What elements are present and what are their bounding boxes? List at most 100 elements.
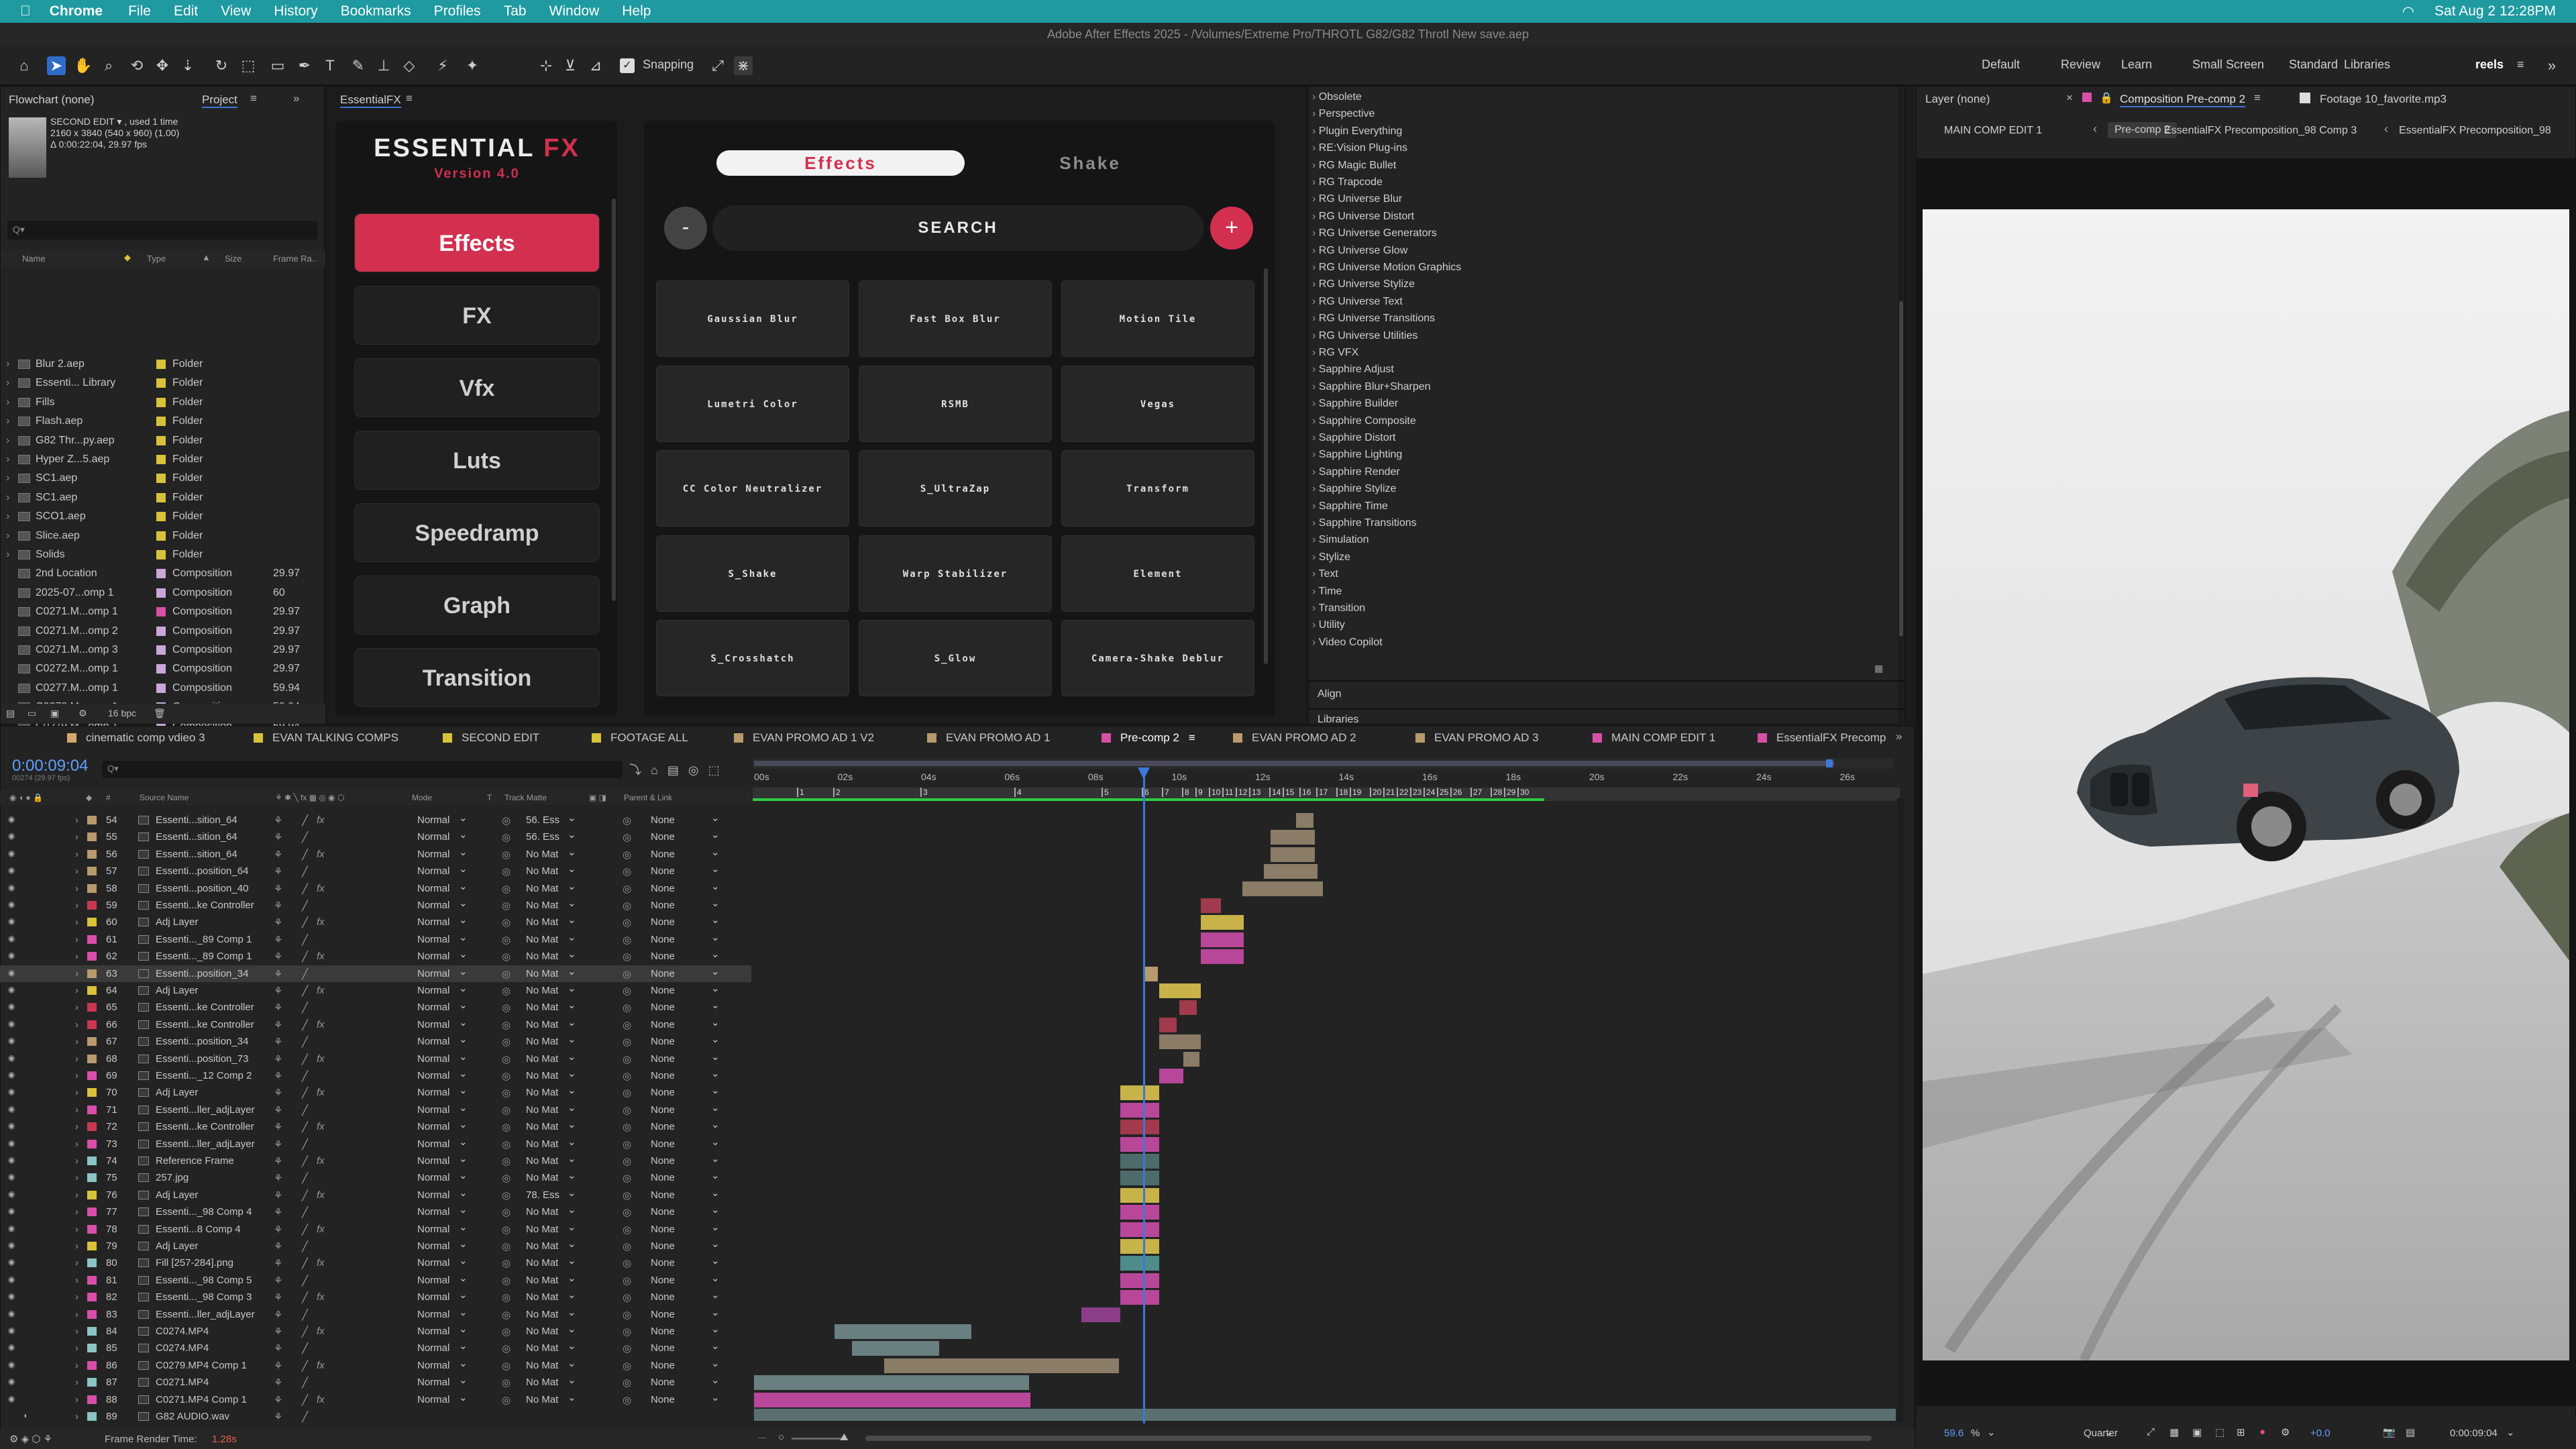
pickwhip-icon[interactable]: ◎ — [623, 1155, 631, 1167]
layer-duration-bar[interactable] — [1120, 1205, 1159, 1220]
comp-marker[interactable]: 16 — [1299, 788, 1311, 797]
col-parent[interactable]: Parent & Link — [624, 793, 672, 802]
label-swatch[interactable] — [87, 1360, 97, 1370]
timeline-tab[interactable]: EVAN PROMO AD 2 — [1233, 731, 1356, 745]
eye-icon[interactable]: ◉ — [8, 1087, 15, 1096]
comp-marker[interactable]: 3 — [920, 788, 928, 797]
parent-select[interactable]: None — [651, 1394, 675, 1405]
pickwhip-icon[interactable]: ◎ — [623, 916, 631, 928]
shy-switch-icon[interactable]: ⚘ — [274, 1275, 282, 1287]
layer-duration-bar[interactable] — [1120, 1120, 1159, 1135]
shy-switch-icon[interactable]: ⚘ — [274, 1309, 282, 1321]
effect-category[interactable]: › Sapphire Composite — [1312, 415, 1416, 427]
layer-row[interactable]: ◉ › 88 C0271.MP4 Comp 1 ⚘ ╱ fx Normal ⌄ ◎ No Mat ⌄ ◎… — [0, 1391, 751, 1408]
work-area-end-handle[interactable] — [1826, 759, 1833, 767]
layer-row[interactable]: ◉ › 71 Essenti...ller_adjLayer ⚘ ╱ Normal ⌄ ◎ No … — [0, 1102, 751, 1118]
pickwhip-icon[interactable]: ◎ — [623, 831, 631, 843]
comp-marker[interactable]: 24 — [1424, 788, 1435, 797]
comp-marker[interactable]: 18 — [1336, 788, 1348, 797]
label-swatch[interactable] — [156, 435, 166, 445]
pickwhip-icon[interactable]: ◎ — [623, 1224, 631, 1236]
eye-icon[interactable]: ◉ — [8, 1155, 15, 1165]
layer-name[interactable]: Fill [257-284].png — [156, 1257, 270, 1269]
shy-switch-icon[interactable]: ⚘ — [274, 883, 282, 895]
pickwhip-icon[interactable]: ◎ — [623, 1172, 631, 1184]
comp-marker[interactable]: 2 — [833, 788, 841, 797]
track-matte-select[interactable]: 56. Ess — [526, 831, 559, 843]
blend-mode-select[interactable]: Normal — [417, 1019, 449, 1030]
eye-icon[interactable]: ◉ — [8, 1377, 15, 1386]
home-icon[interactable]: ⌂ — [15, 56, 34, 75]
work-area-bar[interactable] — [753, 758, 1893, 769]
effect-category[interactable]: › RG Universe Blur — [1312, 193, 1402, 205]
matte-link-icon[interactable]: ◎ — [502, 1138, 511, 1150]
blend-mode-select[interactable]: Normal — [417, 883, 449, 894]
effect-category[interactable]: › Sapphire Builder — [1312, 398, 1398, 410]
layer-name[interactable]: Essenti..._98 Comp 4 — [156, 1206, 270, 1218]
matte-link-icon[interactable]: ◎ — [502, 1275, 511, 1287]
track-matte-select[interactable]: No Mat — [526, 1104, 558, 1116]
seg-effects[interactable]: Effects — [716, 150, 965, 176]
layer-duration-bar[interactable] — [1271, 847, 1315, 862]
expand-icon[interactable]: › — [75, 1019, 78, 1030]
eye-icon[interactable]: ◉ — [8, 1291, 15, 1301]
blend-mode-select[interactable]: Normal — [417, 934, 449, 945]
eye-icon[interactable]: ◉ — [8, 1326, 15, 1335]
pickwhip-icon[interactable]: ◎ — [623, 1275, 631, 1287]
matte-link-icon[interactable]: ◎ — [502, 1240, 511, 1252]
shy-switch-icon[interactable]: ⚘ — [274, 1377, 282, 1389]
workspace-review[interactable]: Review — [2061, 58, 2100, 72]
matte-link-icon[interactable]: ◎ — [502, 968, 511, 980]
effect-button[interactable]: Fast Box Blur — [859, 280, 1052, 357]
fx-switch-icon[interactable]: fx — [317, 1189, 325, 1201]
zoom-dropdown-icon[interactable]: ⌄ — [1987, 1426, 1996, 1438]
pickwhip-icon[interactable]: ◎ — [623, 1070, 631, 1082]
pickwhip-icon[interactable]: ◎ — [623, 900, 631, 912]
expand-icon[interactable]: › — [75, 1291, 78, 1303]
layer-duration-bar[interactable] — [1120, 1102, 1159, 1118]
eye-icon[interactable]: ◉ — [8, 985, 15, 994]
parent-select[interactable]: None — [651, 1206, 675, 1218]
project-row[interactable]: › Flash.aep Folder — [6, 412, 321, 431]
track-matte-select[interactable]: No Mat — [526, 1342, 558, 1354]
shy-switch-icon[interactable]: ⚘ — [274, 1087, 282, 1099]
project-row[interactable]: › SCO1.aep Folder — [6, 507, 321, 526]
expand-icon[interactable]: › — [75, 934, 78, 945]
expand-icon[interactable]: › — [75, 1275, 78, 1286]
fx-switch-icon[interactable]: fx — [317, 951, 325, 962]
layer-name[interactable]: C0271.MP4 Comp 1 — [156, 1394, 270, 1405]
project-row[interactable]: › Blur 2.aep Folder — [6, 355, 321, 374]
expand-icon[interactable]: › — [6, 472, 18, 484]
layer-duration-bar[interactable] — [1183, 1051, 1199, 1067]
fx-switch-icon[interactable]: fx — [317, 1087, 325, 1098]
layer-name[interactable]: Essenti..._12 Comp 2 — [156, 1070, 270, 1081]
pickwhip-icon[interactable]: ◎ — [623, 1206, 631, 1218]
matte-link-icon[interactable]: ◎ — [502, 1206, 511, 1218]
layer-row[interactable]: ◉ › 72 Essenti...ke Controller ⚘ ╱ fx Normal ⌄ ◎ N… — [0, 1118, 751, 1135]
quality-switch-icon[interactable]: ╱ — [302, 968, 308, 980]
comp-marker[interactable]: 26 — [1450, 788, 1462, 797]
expand-icon[interactable]: › — [75, 883, 78, 894]
layer-row[interactable]: ◉ › 77 Essenti..._98 Comp 4 ⚘ ╱ Normal ⌄ ◎ No Mat… — [0, 1203, 751, 1220]
zoom-in-icon[interactable]: ⛰ — [840, 1432, 849, 1443]
matte-link-icon[interactable]: ◎ — [502, 883, 511, 895]
label-swatch[interactable] — [87, 1242, 97, 1250]
project-row[interactable]: › Fills Folder — [6, 393, 321, 412]
quality-switch-icon[interactable]: ╱ — [302, 814, 308, 826]
eye-icon[interactable]: ◉ — [8, 1224, 15, 1233]
matte-link-icon[interactable]: ◎ — [502, 1309, 511, 1321]
matte-link-icon[interactable]: ◎ — [502, 1189, 511, 1201]
workspace-menu-icon[interactable]: ≡ — [2517, 58, 2524, 72]
dolly-tool-icon[interactable]: ⇣ — [178, 56, 197, 75]
matte-link-icon[interactable]: ◎ — [502, 1342, 511, 1354]
layer-duration-bar[interactable] — [1120, 1256, 1159, 1271]
wifi-icon[interactable]: ◠ — [2402, 3, 2414, 20]
track-matte-select[interactable]: No Mat — [526, 1257, 558, 1269]
timeline-zoom-slider[interactable] — [792, 1438, 845, 1440]
parent-select[interactable]: None — [651, 900, 675, 911]
quality-switch-icon[interactable]: ╱ — [302, 1070, 308, 1082]
label-col-icon[interactable]: ◆ — [124, 252, 131, 263]
track-matte-select[interactable]: No Mat — [526, 1036, 558, 1047]
layer-duration-bar[interactable] — [754, 1392, 1030, 1407]
lock-icon[interactable]: 🔒 — [2100, 91, 2113, 105]
